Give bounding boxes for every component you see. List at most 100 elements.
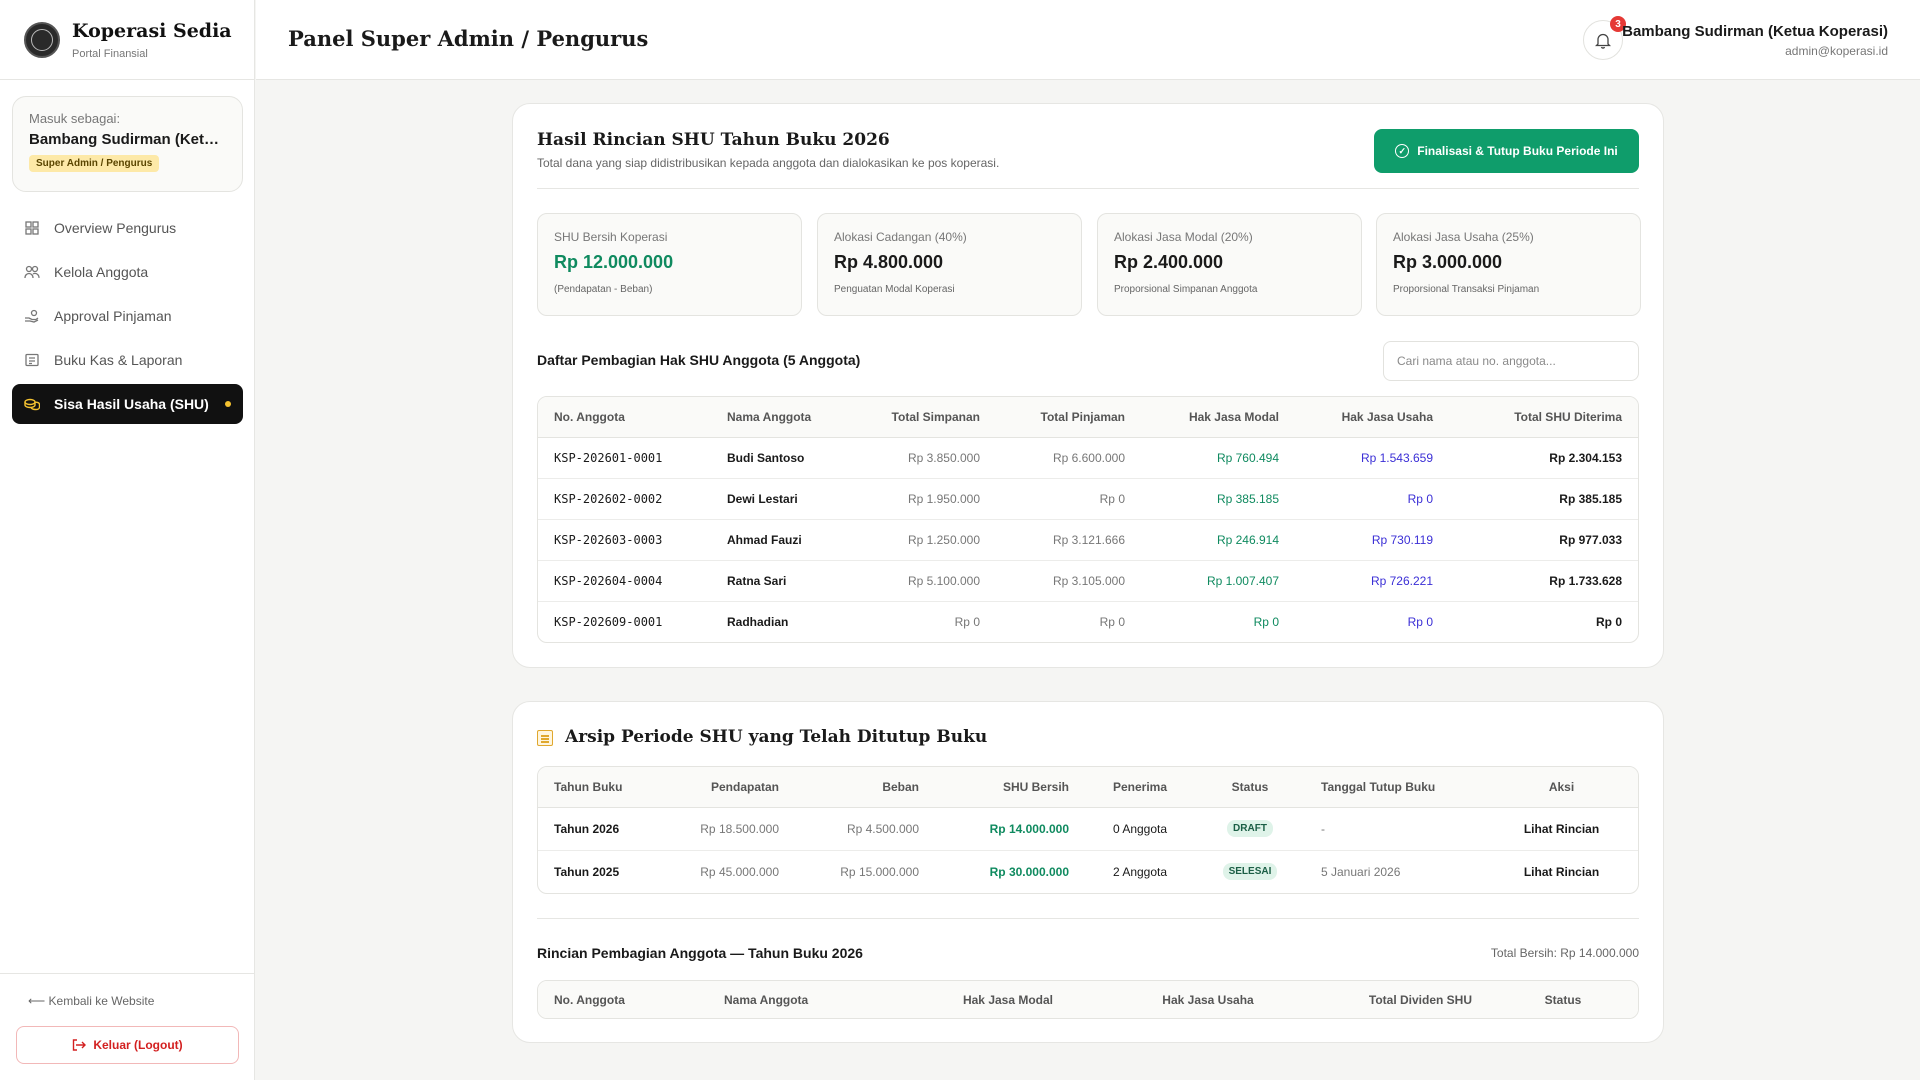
column-header: SHU Bersih [935, 767, 1085, 808]
member-number: KSP-202609-0001 [554, 614, 663, 629]
table-row[interactable]: Tahun 2025 Rp 45.000.000 Rp 15.000.000 R… [538, 850, 1638, 893]
member-name: Budi Santoso [711, 437, 851, 479]
total-shu: Rp 1.733.628 [1449, 560, 1638, 602]
grid-icon [24, 220, 40, 236]
close-date: 5 Januari 2026 [1321, 864, 1401, 879]
coins-icon [24, 396, 40, 412]
koperasi-logo-icon [24, 21, 60, 58]
table-row[interactable]: Tahun 2026 Rp 18.500.000 Rp 4.500.000 Rp… [538, 807, 1638, 851]
notification-button[interactable]: 3 [1583, 16, 1626, 60]
brand-name: Koperasi Sedia [72, 19, 232, 42]
logout-button[interactable]: Keluar (Logout) [16, 1026, 239, 1064]
archive-card: Arsip Periode SHU yang Telah Ditutup Buk… [512, 701, 1664, 1043]
shu-member-table: No. Anggota Nama Anggota Total Simpanan … [537, 396, 1639, 643]
finalize-close-book-button[interactable]: ✓ Finalisasi & Tutup Buku Periode Ini [1374, 129, 1639, 173]
hak-jasa-modal: Rp 0 [1253, 614, 1279, 629]
column-header: Beban [795, 767, 935, 808]
top-header: Panel Super Admin / Pengurus 3 Bambang S… [256, 0, 1920, 80]
total-pinjaman: Rp 0 [996, 478, 1141, 520]
hak-jasa-usaha: Rp 1.543.659 [1295, 437, 1449, 479]
sidebar-item-overview[interactable]: Overview Pengurus [12, 208, 243, 248]
column-header: Hak Jasa Modal [1141, 397, 1295, 438]
shu-subtitle: Total dana yang siap didistribusikan kep… [537, 156, 1000, 170]
table-row[interactable]: KSP-202604-0004 Ratna Sari Rp 5.100.000 … [538, 560, 1638, 602]
beban: Rp 15.000.000 [840, 864, 919, 879]
detail-title: Rincian Pembagian Anggota — Tahun Buku 2… [537, 945, 863, 961]
logout-label: Keluar (Logout) [93, 1038, 183, 1052]
table-row[interactable]: KSP-202601-0001 Budi Santoso Rp 3.850.00… [538, 437, 1638, 479]
view-detail-link[interactable]: Lihat Rincian [1485, 850, 1638, 893]
brand[interactable]: Koperasi Sedia Portal Finansial [0, 0, 254, 80]
hak-jasa-modal: Rp 760.494 [1141, 437, 1295, 479]
column-header: Pendapatan [678, 767, 795, 808]
stat-label: Alokasi Cadangan (40%) [834, 230, 967, 244]
sidebar-item-label: Approval Pinjaman [54, 308, 172, 324]
member-number: KSP-202601-0001 [538, 437, 711, 479]
stat-note: Proporsional Simpanan Anggota [1114, 284, 1258, 295]
sidebar-item-label: Buku Kas & Laporan [54, 352, 183, 368]
login-label: Masuk sebagai: [29, 111, 121, 126]
stat-value: Rp 2.400.000 [1114, 252, 1224, 272]
stat-card-jasa-modal: Alokasi Jasa Modal (20%) Rp 2.400.000 Pr… [1097, 213, 1362, 316]
hak-jasa-modal: Rp 1.007.407 [1141, 560, 1295, 602]
stat-value: Rp 12.000.000 [554, 252, 674, 272]
hand-coins-icon [24, 308, 40, 324]
total-simpanan: Rp 1.950.000 [851, 478, 996, 520]
user-email: admin@koperasi.id [1785, 44, 1888, 58]
fiscal-year: Tahun 2026 [538, 807, 678, 851]
column-header: Hak Jasa Modal [908, 981, 1108, 1018]
active-indicator-dot [225, 401, 231, 407]
hak-jasa-modal: Rp 246.914 [1141, 519, 1295, 561]
back-to-website-link[interactable]: ⟵ Kembali ke Website [28, 994, 154, 1008]
column-header: Total Dividen SHU [1308, 981, 1488, 1018]
column-header: Status [1488, 981, 1638, 1018]
role-badge: Super Admin / Pengurus [29, 155, 160, 172]
total-pinjaman: Rp 3.105.000 [996, 560, 1141, 602]
column-header: Total SHU Diterima [1449, 397, 1638, 438]
sidebar-item-shu[interactable]: Sisa Hasil Usaha (SHU) [12, 384, 243, 424]
hak-jasa-usaha: Rp 0 [1407, 614, 1433, 629]
close-date: - [1305, 807, 1485, 851]
member-number: KSP-202602-0002 [538, 478, 711, 520]
column-header: Penerima [1085, 767, 1195, 808]
shu-result-card: Hasil Rincian SHU Tahun Buku 2026 Total … [512, 103, 1664, 668]
shu-title: Hasil Rincian SHU Tahun Buku 2026 [537, 130, 890, 150]
check-circle-icon: ✓ [1395, 144, 1410, 158]
total-pinjaman: Rp 6.600.000 [996, 437, 1141, 479]
table-row[interactable]: KSP-202609-0001 Radhadian Rp 0 Rp 0 Rp 0… [538, 601, 1638, 642]
column-header: Aksi [1485, 767, 1638, 808]
member-name: Radhadian [727, 614, 789, 629]
member-list-title: Daftar Pembagian Hak SHU Anggota (5 Angg… [537, 352, 861, 368]
table-header-row: No. Anggota Nama Anggota Hak Jasa Modal … [538, 981, 1638, 1018]
sidebar-item-bukukas[interactable]: Buku Kas & Laporan [12, 340, 243, 380]
bell-icon [1595, 32, 1611, 49]
column-header: Total Simpanan [851, 397, 996, 438]
stat-note: Penguatan Modal Koperasi [834, 284, 955, 295]
sidebar-item-approval[interactable]: Approval Pinjaman [12, 296, 243, 336]
member-search-input[interactable] [1383, 341, 1639, 381]
total-shu: Rp 2.304.153 [1449, 437, 1638, 479]
archive-table: Tahun Buku Pendapatan Beban SHU Bersih P… [537, 766, 1639, 894]
member-number: KSP-202603-0003 [538, 519, 711, 561]
hak-jasa-modal: Rp 385.185 [1141, 478, 1295, 520]
table-header-row: No. Anggota Nama Anggota Total Simpanan … [538, 397, 1638, 438]
table-row[interactable]: KSP-202603-0003 Ahmad Fauzi Rp 1.250.000… [538, 519, 1638, 561]
total-shu: Rp 0 [1595, 614, 1622, 629]
finalize-label: Finalisasi & Tutup Buku Periode Ini [1417, 144, 1618, 158]
archive-ledger-icon [537, 730, 553, 746]
column-header: Hak Jasa Usaha [1295, 397, 1449, 438]
table-header-row: Tahun Buku Pendapatan Beban SHU Bersih P… [538, 767, 1638, 808]
stat-note: Proporsional Transaksi Pinjaman [1393, 284, 1540, 295]
stat-value: Rp 4.800.000 [834, 252, 944, 272]
hak-jasa-usaha: Rp 730.119 [1295, 519, 1449, 561]
sidebar-footer: ⟵ Kembali ke Website Keluar (Logout) [0, 973, 255, 1080]
total-shu: Rp 385.185 [1449, 478, 1638, 520]
shu-bersih: Rp 14.000.000 [935, 807, 1085, 851]
divider [537, 918, 1639, 919]
brand-subtitle: Portal Finansial [72, 47, 148, 60]
user-profile[interactable]: Bambang Sudirman (Ketua Koperasi) admin@… [1622, 23, 1888, 58]
penerima: 0 Anggota [1085, 807, 1195, 851]
view-detail-link[interactable]: Lihat Rincian [1485, 807, 1638, 851]
table-row[interactable]: KSP-202602-0002 Dewi Lestari Rp 1.950.00… [538, 478, 1638, 520]
sidebar-item-anggota[interactable]: Kelola Anggota [12, 252, 243, 292]
